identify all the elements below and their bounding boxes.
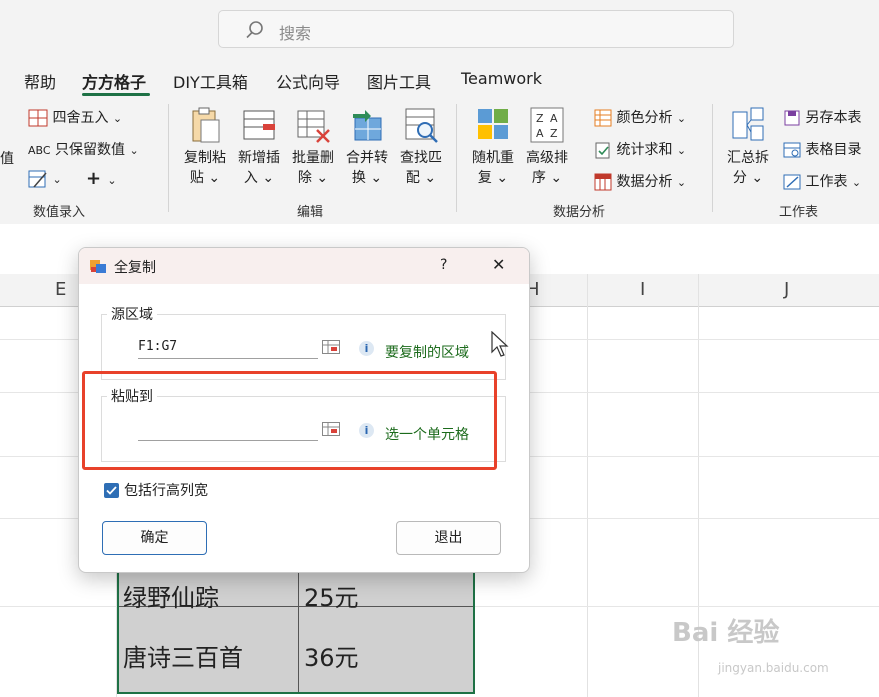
insert-rows-icon xyxy=(243,110,275,140)
worksheet-button[interactable]: 工作表 ⌄ xyxy=(783,171,861,191)
delete-grid-icon xyxy=(297,110,330,143)
tab-formula[interactable]: 公式向导 xyxy=(276,69,340,93)
merge-icon xyxy=(353,110,382,141)
source-range-input[interactable]: F1:G7 xyxy=(138,337,318,359)
source-label: 源区域 xyxy=(107,304,157,324)
include-size-label[interactable]: 包括行高列宽 xyxy=(124,480,208,500)
group-label-sheet: 工作表 xyxy=(779,205,819,220)
split-icon xyxy=(732,107,764,141)
color-analysis-button[interactable]: 颜色分析 ⌄ xyxy=(594,107,686,127)
merge-convert-button[interactable]: 合并转 换 ⌄ xyxy=(342,106,392,188)
help-button[interactable]: ? xyxy=(440,257,447,273)
tab-fangfang[interactable]: 方方格子 xyxy=(82,69,146,93)
edit-format-button[interactable]: ⌄ xyxy=(28,170,62,188)
tab-teamwork[interactable]: Teamwork xyxy=(461,69,542,88)
search-icon xyxy=(245,20,265,44)
ribbon-separator xyxy=(168,104,169,212)
insert-button[interactable]: 新增插 入 ⌄ xyxy=(234,106,284,188)
tab-image[interactable]: 图片工具 xyxy=(367,69,431,93)
dialog-title-bar[interactable]: 全复制 ? ✕ xyxy=(79,248,529,284)
watermark-url: jingyan.baidu.com xyxy=(718,661,829,675)
edit-grid-icon xyxy=(28,170,47,188)
tab-diy[interactable]: DIY工具箱 xyxy=(173,69,248,93)
cut-label: 值 xyxy=(0,151,14,167)
svg-text:Z: Z xyxy=(536,112,544,125)
cell-book-name[interactable]: 绿野仙踪 xyxy=(123,578,219,613)
red-grid-icon xyxy=(594,173,612,191)
keep-values-button[interactable]: ABC 只保留数值 ⌄ xyxy=(28,139,139,159)
clipboard-check-icon xyxy=(595,142,610,159)
svg-text:Z: Z xyxy=(550,127,558,140)
save-sheet-button[interactable]: 另存本表 xyxy=(783,107,861,127)
save-icon xyxy=(784,110,800,126)
svg-text:A: A xyxy=(550,112,558,125)
source-hint: 要复制的区域 xyxy=(385,345,469,361)
sort-icon: Z AA Z xyxy=(530,107,564,143)
data-analysis-button[interactable]: 数据分析 ⌄ xyxy=(594,171,686,191)
sum-button[interactable]: 统计求和 ⌄ xyxy=(594,139,686,159)
ok-button[interactable]: 确定 xyxy=(102,521,207,555)
ribbon-separator xyxy=(712,104,713,212)
app-icon xyxy=(89,258,107,278)
color-grid-icon xyxy=(594,109,612,127)
column-header-e[interactable]: E xyxy=(55,279,66,300)
batch-delete-button[interactable]: 批量删 除 ⌄ xyxy=(288,106,338,188)
sheet-index-button[interactable]: 表格目录 xyxy=(783,139,861,159)
watermark-logo: Bai 经验 xyxy=(672,618,780,648)
range-picker-icon[interactable] xyxy=(322,340,340,354)
copy-paste-button[interactable]: 复制粘 贴 ⌄ xyxy=(180,106,230,188)
mouse-cursor-icon xyxy=(491,330,509,361)
abc-icon: ABC xyxy=(28,144,51,157)
random-repeat-button[interactable]: 随机重 复 ⌄ xyxy=(468,106,518,188)
grid-line xyxy=(587,274,588,697)
group-label-analysis: 数据分析 xyxy=(553,205,606,220)
advanced-sort-button[interactable]: ZAAZ 高级排 序 ⌄ xyxy=(522,106,572,188)
tab-help[interactable]: 帮助 xyxy=(24,69,56,93)
clipboard-icon xyxy=(192,107,220,143)
cell-border xyxy=(298,560,299,692)
group-label-edit: 编辑 xyxy=(297,205,324,220)
cell-book-price[interactable]: 36元 xyxy=(304,638,359,673)
include-size-checkbox[interactable] xyxy=(104,483,119,498)
close-button[interactable]: ✕ xyxy=(492,255,505,274)
grid-icon xyxy=(28,109,48,127)
highlight-box xyxy=(82,371,497,470)
group-label-input: 数值录入 xyxy=(33,205,86,220)
summary-split-button[interactable]: 汇总拆 分 ⌄ xyxy=(723,106,773,188)
info-icon: i xyxy=(359,341,374,356)
dialog-title: 全复制 xyxy=(114,260,156,276)
index-icon xyxy=(783,142,801,158)
ribbon-tabs: 帮助 方方格子 DIY工具箱 公式向导 图片工具 Teamwork xyxy=(0,62,879,96)
search-placeholder: 搜索 xyxy=(279,24,312,43)
find-match-button[interactable]: 查找匹 配 ⌄ xyxy=(396,106,446,188)
round-button[interactable]: 四舍五入 ⌄ xyxy=(28,107,122,127)
sheet-icon xyxy=(783,174,801,190)
search-box[interactable]: 搜索 xyxy=(218,10,734,48)
svg-text:A: A xyxy=(536,127,544,140)
column-header-i[interactable]: I xyxy=(640,279,645,300)
exit-button[interactable]: 退出 xyxy=(396,521,501,555)
find-icon xyxy=(405,108,438,143)
cell-book-price[interactable]: 25元 xyxy=(304,578,359,613)
cell-book-name[interactable]: 唐诗三百首 xyxy=(123,638,243,673)
plus-button[interactable]: + ⌄ xyxy=(86,168,117,189)
column-header-j[interactable]: J xyxy=(784,279,789,300)
random-icon xyxy=(478,109,508,139)
ribbon-separator xyxy=(456,104,457,212)
